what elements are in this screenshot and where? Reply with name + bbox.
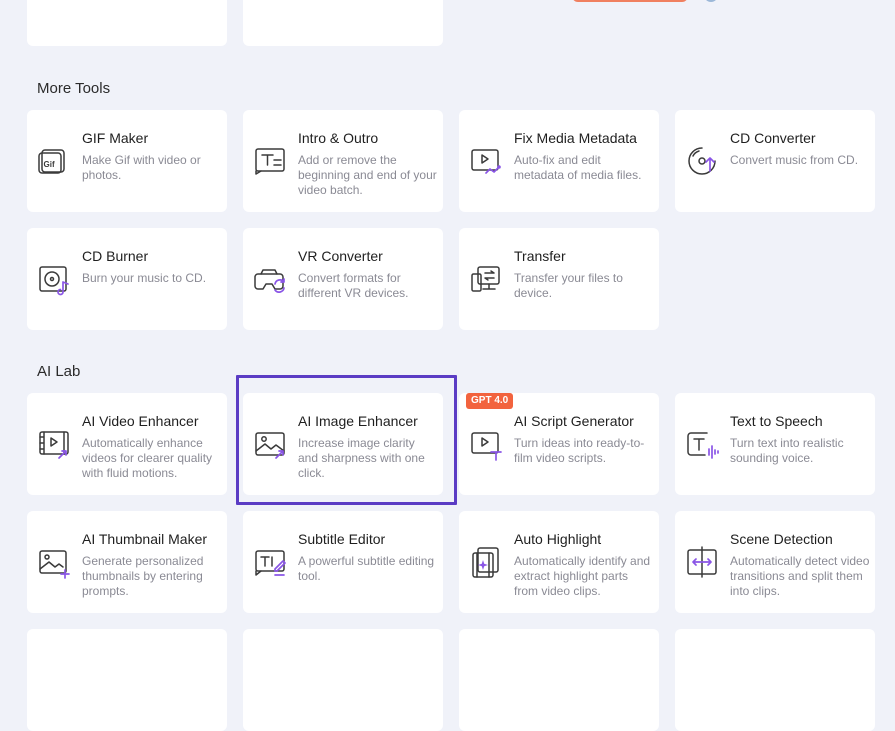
tool-card-text-to-speech[interactable]: Text to Speech Turn text into realistic …: [675, 393, 875, 495]
partial-card[interactable]: [459, 629, 659, 731]
tool-description: A powerful subtitle editing tool.: [298, 554, 435, 583]
tool-card-fix-media-metadata[interactable]: Fix Media Metadata Auto-fix and edit met…: [459, 110, 659, 212]
tool-description: Automatically identify and extract highl…: [514, 554, 651, 598]
video-enhancer-icon: [39, 431, 69, 459]
gif-icon: Gif: [38, 149, 65, 174]
tool-card-vr-converter[interactable]: VR Converter Convert formats for differe…: [243, 228, 443, 330]
tool-description: Turn ideas into ready-to-film video scri…: [514, 436, 645, 465]
tool-title: Fix Media Metadata: [514, 130, 637, 146]
tool-title: Transfer: [514, 248, 566, 264]
tool-card-transfer[interactable]: Transfer Transfer your files to device.: [459, 228, 659, 330]
script-generator-icon: [471, 432, 502, 461]
scene-detection-icon: [687, 546, 717, 578]
tool-card-gif-maker[interactable]: Gif GIF Maker Make Gif with video or pho…: [27, 110, 227, 212]
tool-card-ai-thumbnail-maker[interactable]: AI Thumbnail Maker Generate personalized…: [27, 511, 227, 613]
tool-title: AI Script Generator: [514, 413, 634, 429]
tool-title: CD Converter: [730, 130, 816, 146]
tool-title: Scene Detection: [730, 531, 833, 547]
image-enhancer-icon: [255, 432, 285, 459]
status-dot: [704, 0, 718, 2]
tool-card-ai-image-enhancer[interactable]: AI Image Enhancer Increase image clarity…: [243, 393, 443, 495]
tool-title: Auto Highlight: [514, 531, 602, 547]
tool-title: GIF Maker: [82, 130, 149, 146]
text-to-speech-icon: [687, 432, 719, 459]
tool-description: Automatically detect video transitions a…: [730, 554, 870, 598]
tool-title: AI Thumbnail Maker: [82, 531, 208, 547]
partial-card[interactable]: [27, 629, 227, 731]
tool-description: Turn text into realistic sounding voice.: [730, 436, 844, 465]
section-title-more-tools: More Tools: [37, 80, 111, 97]
tool-description: Make Gif with video or photos.: [82, 153, 201, 182]
tool-title: Text to Speech: [730, 413, 823, 429]
tool-title: AI Video Enhancer: [82, 413, 199, 429]
tool-description: Convert formats for different VR devices…: [298, 271, 409, 300]
metadata-icon: [471, 149, 501, 174]
partial-card[interactable]: [243, 629, 443, 731]
tool-description: Transfer your files to device.: [514, 271, 623, 300]
thumbnail-maker-icon: [39, 550, 70, 579]
cd-burner-icon: [39, 266, 69, 296]
tool-description: Burn your music to CD.: [82, 271, 207, 285]
partial-card[interactable]: [27, 0, 227, 46]
tool-title: AI Image Enhancer: [298, 413, 418, 429]
cd-converter-icon: [688, 147, 716, 175]
tool-title: Subtitle Editor: [298, 531, 386, 547]
intro-outro-icon: [255, 148, 285, 175]
tool-description: Automatically enhance videos for clearer…: [82, 436, 213, 480]
tool-description: Generate personalized thumbnails by ente…: [82, 554, 204, 598]
partial-card[interactable]: [675, 629, 875, 731]
tool-title: VR Converter: [298, 248, 383, 264]
tool-description: Add or remove the beginning and end of y…: [298, 153, 437, 197]
tool-card-intro-outro[interactable]: Intro & Outro Add or remove the beginnin…: [243, 110, 443, 212]
tool-description: Convert music from CD.: [730, 153, 859, 167]
subtitle-editor-icon: [255, 550, 286, 576]
tool-card-cd-converter[interactable]: CD Converter Convert music from CD.: [675, 110, 875, 212]
tool-description: Auto-fix and edit metadata of media file…: [514, 153, 642, 182]
upgrade-pill[interactable]: [572, 0, 688, 2]
tool-card-scene-detection[interactable]: Scene Detection Automatically detect vid…: [675, 511, 875, 613]
tool-card-ai-video-enhancer[interactable]: AI Video Enhancer Automatically enhance …: [27, 393, 227, 495]
vr-icon: [254, 269, 285, 293]
tool-description: Increase image clarity and sharpness wit…: [298, 436, 425, 480]
tool-card-subtitle-editor[interactable]: Subtitle Editor A powerful subtitle edit…: [243, 511, 443, 613]
tool-title: CD Burner: [82, 248, 149, 264]
tool-title: Intro & Outro: [298, 130, 379, 146]
partial-card[interactable]: [243, 0, 443, 46]
auto-highlight-icon: [472, 547, 499, 578]
tool-card-auto-highlight[interactable]: Auto Highlight Automatically identify an…: [459, 511, 659, 613]
transfer-icon: [471, 266, 500, 292]
tool-card-cd-burner[interactable]: CD Burner Burn your music to CD.: [27, 228, 227, 330]
svg-text:Gif: Gif: [44, 160, 55, 169]
section-title-ai-lab: AI Lab: [37, 363, 81, 380]
gpt-badge: GPT 4.0: [466, 393, 514, 409]
